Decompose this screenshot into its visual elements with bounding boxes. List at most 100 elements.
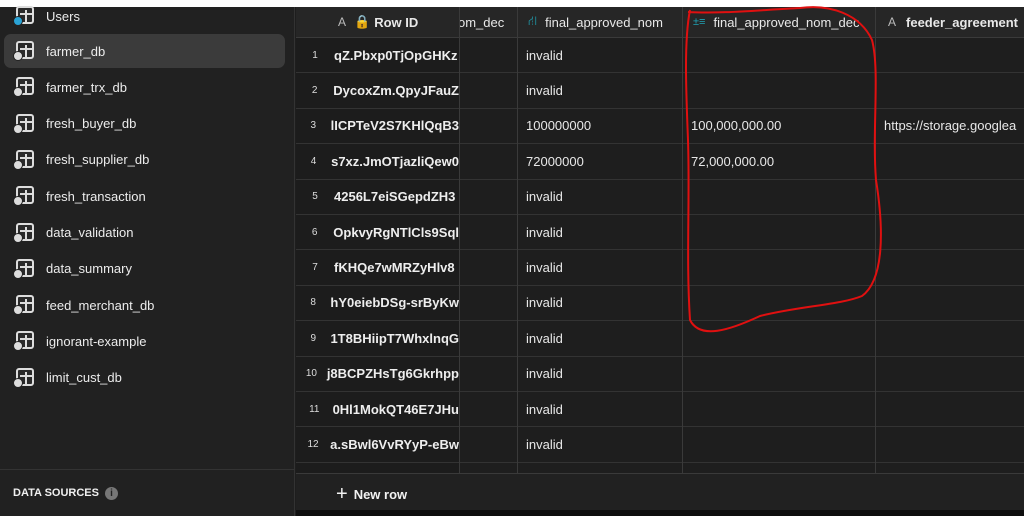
table-cell[interactable] <box>460 357 517 392</box>
cell-value: 72,000,000.00 <box>691 153 775 169</box>
table-cell[interactable] <box>460 73 517 109</box>
table-cell[interactable] <box>876 286 1024 322</box>
table-cell[interactable]: invalid <box>518 250 682 286</box>
table-cell[interactable] <box>876 392 1024 428</box>
table-cell[interactable] <box>876 321 1024 357</box>
row-id-cell[interactable]: 3 lICPTeV2S7KHlQqB3 <box>296 108 459 145</box>
table-cell[interactable] <box>460 321 517 357</box>
text-type-icon: A <box>338 15 347 29</box>
column-header[interactable]: A 🔒 Row ID <box>296 7 459 38</box>
row-id-cell[interactable]: 6 OpkvyRgNTlCls9Sql <box>296 215 459 251</box>
new-row-button[interactable]: + New row <box>336 483 407 506</box>
table-cell[interactable] <box>683 73 875 109</box>
sidebar: Users farmer_db farmer_trx_db fresh_buyer_d… <box>0 6 295 516</box>
row-id-cell[interactable]: 9 1T8BHiipT7WhxlnqG <box>296 321 459 357</box>
table-cell[interactable] <box>683 321 875 357</box>
info-icon[interactable]: i <box>104 486 118 500</box>
row-id-cell[interactable]: 4 s7xz.JmOTjazliQew0 <box>296 144 459 180</box>
table-cell[interactable] <box>683 250 875 286</box>
table-cell[interactable] <box>683 392 875 428</box>
row-id: 1T8BHiipT7WhxlnqG <box>330 330 459 346</box>
row-id-cell[interactable]: 12 a.sBwl6VvRYyP-eBw <box>296 427 459 463</box>
table-cell[interactable] <box>876 144 1024 180</box>
sidebar-item-label: Users <box>46 8 80 24</box>
row-id: DycoxZm.QpyJFauZ <box>333 83 459 99</box>
table-cell[interactable]: invalid <box>518 321 682 357</box>
row-id-cell[interactable]: 10 j8BCPZHsTg6Gkrhpp <box>296 356 459 392</box>
data-sources-section[interactable]: DATA SOURCES i <box>0 469 295 516</box>
table-cell[interactable]: 72000000 <box>518 144 682 180</box>
sidebar-item-label: data_validation <box>46 225 134 240</box>
sidebar-item-fresh-transaction[interactable]: fresh_transaction <box>4 179 285 213</box>
sidebar-item-label: fresh_buyer_db <box>46 116 137 132</box>
table-cell[interactable] <box>683 427 875 463</box>
table-cell[interactable] <box>683 286 875 322</box>
table-cell[interactable] <box>683 38 875 74</box>
sidebar-item-Users[interactable]: Users <box>4 0 285 33</box>
sidebar-item-data-validation[interactable]: data_validation <box>4 216 285 250</box>
table-cell[interactable] <box>876 73 1024 109</box>
sidebar-item-feed-merchant-db[interactable]: feed_merchant_db <box>4 288 285 322</box>
sidebar-item-ignorant-example[interactable]: ignorant-example <box>4 324 285 358</box>
table-link-icon <box>13 258 36 280</box>
table-cell[interactable] <box>876 250 1024 286</box>
table-cell[interactable] <box>460 144 517 180</box>
sidebar-item-label: data_summary <box>46 261 132 277</box>
table-cell[interactable]: invalid <box>518 180 682 215</box>
column-header-label: final_approved_nom <box>545 14 663 30</box>
row-id-cell[interactable]: 11 0Hl1MokQT46E7JHu <box>296 392 459 428</box>
table-link-icon <box>13 367 36 389</box>
table-cell[interactable]: invalid <box>518 73 682 109</box>
column-header[interactable]: ±≡ final_approved_nom_dec <box>683 7 875 38</box>
table-cell[interactable]: invalid <box>518 215 682 251</box>
table-cell[interactable]: invalid <box>518 392 682 428</box>
row-id-cell[interactable]: 5 4256L7eiSGepdZH3 <box>296 179 459 215</box>
table-cell[interactable]: 100,000,000.00 <box>683 109 875 145</box>
column-3: ±≡ final_approved_nom_dec 100,000,000.00 72… <box>683 7 876 473</box>
sidebar-item-farmer-trx-db[interactable]: farmer_trx_db <box>4 70 285 104</box>
table-cell[interactable] <box>683 357 875 392</box>
table-cell[interactable] <box>876 357 1024 392</box>
table-cell[interactable]: invalid <box>518 38 682 74</box>
column-header[interactable]: om_dec <box>460 7 517 38</box>
table-cell[interactable] <box>683 180 875 215</box>
table-cell[interactable] <box>460 250 517 286</box>
table-cell[interactable] <box>460 180 517 215</box>
table-cell[interactable] <box>876 38 1024 74</box>
table-cell[interactable] <box>876 427 1024 463</box>
table-cell[interactable]: invalid <box>518 286 682 322</box>
table-cell[interactable] <box>683 215 875 251</box>
table-cell[interactable]: invalid <box>518 357 682 392</box>
grid-footer: + New row <box>296 473 1024 510</box>
table-cell[interactable] <box>460 286 517 322</box>
sidebar-item-data-summary[interactable]: data_summary <box>4 252 285 286</box>
table-cell[interactable] <box>460 215 517 251</box>
sidebar-item-fresh-buyer-db[interactable]: fresh_buyer_db <box>4 107 285 141</box>
sidebar-item-label: feed_merchant_db <box>46 297 155 313</box>
table-cell[interactable] <box>460 109 517 145</box>
row-number: 4 <box>310 155 317 167</box>
column-header[interactable]: Afeeder_agreement <box>876 7 1024 38</box>
table-cell[interactable] <box>876 215 1024 251</box>
table-cell[interactable] <box>876 180 1024 215</box>
row-id-cell[interactable]: 1 qZ.Pbxp0TjOpGHKz <box>296 38 459 74</box>
row-id-cell[interactable]: 8 hY0eiebDSg-srByKw <box>296 285 459 322</box>
table-cell[interactable]: invalid <box>518 427 682 463</box>
table-cell[interactable] <box>460 38 517 74</box>
table-cell[interactable] <box>460 392 517 428</box>
table-cell[interactable]: 100000000 <box>518 109 682 145</box>
row-number: 10 <box>305 368 317 380</box>
table-cell[interactable] <box>460 427 517 463</box>
table-cell[interactable]: https://storage.googlea <box>876 109 1024 145</box>
sidebar-item-limit-cust-db[interactable]: limit_cust_db <box>4 361 285 395</box>
row-id-cell[interactable]: 7 fKHQe7wMRZyHlv8 <box>296 250 459 286</box>
column-header[interactable]: ⛙ final_approved_nom <box>518 7 682 38</box>
row-id-cell[interactable]: 2 DycoxZm.QpyJFauZ <box>296 73 459 109</box>
sidebar-item-farmer-db[interactable]: farmer_db <box>4 34 285 68</box>
cell-value: 72000000 <box>526 153 584 169</box>
cell-value: invalid <box>526 260 563 276</box>
cell-value: https://storage.googlea <box>884 118 1017 134</box>
app-window: Users farmer_db farmer_trx_db fresh_buyer_d… <box>0 6 1024 516</box>
table-cell[interactable]: 72,000,000.00 <box>683 144 875 180</box>
sidebar-item-fresh-supplier-db[interactable]: fresh_supplier_db <box>4 143 285 177</box>
